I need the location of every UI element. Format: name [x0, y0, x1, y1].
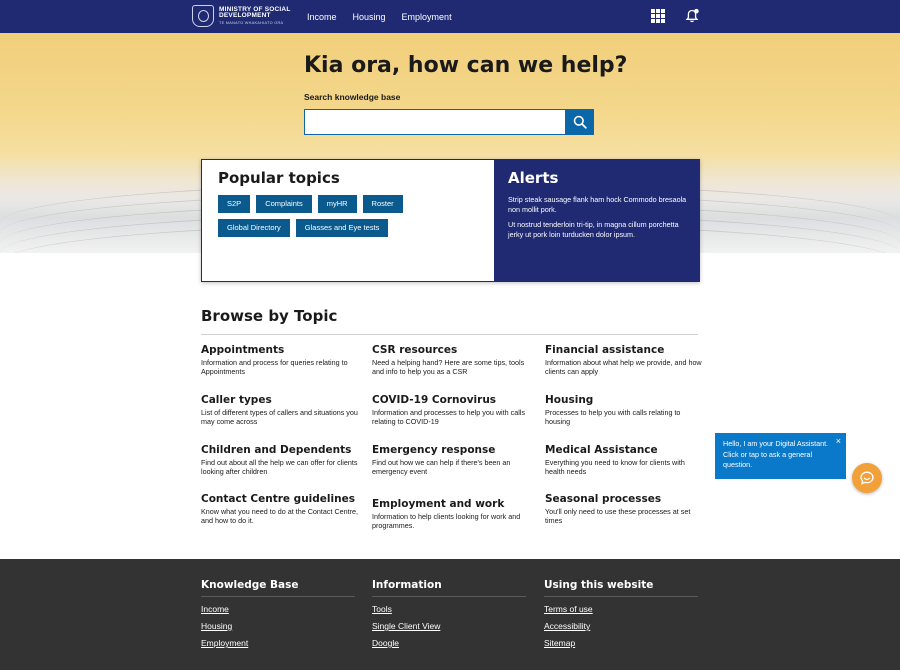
- footer-link-tools[interactable]: Tools: [372, 604, 526, 614]
- topic-title[interactable]: Emergency response: [372, 444, 532, 456]
- nav-link-income[interactable]: Income: [307, 12, 337, 22]
- logo-line-2: DEVELOPMENT: [219, 12, 271, 20]
- nav-link-employment[interactable]: Employment: [402, 12, 452, 22]
- page-title: Kia ora, how can we help?: [304, 53, 628, 78]
- ministry-logo[interactable]: MINISTRY OF SOCIAL DEVELOPMENT TE MANATŪ…: [192, 5, 291, 27]
- chip-row: S2P Complaints myHR Roster: [218, 195, 488, 213]
- topic-description: List of different types of callers and s…: [201, 408, 358, 426]
- topic-title[interactable]: COVID-19 Cornovirus: [372, 394, 532, 406]
- topic-title[interactable]: Medical Assistance: [545, 444, 705, 456]
- topic-description: Information about what help we provide, …: [545, 358, 702, 376]
- topic-title[interactable]: Caller types: [201, 394, 361, 406]
- topic-description: Need a helping hand? Here are some tips,…: [372, 358, 525, 376]
- footer-link-sitemap[interactable]: Sitemap: [544, 638, 698, 648]
- topic-title[interactable]: Employment and work: [372, 498, 532, 510]
- topic-description: Information and processes to help you wi…: [372, 408, 526, 426]
- topic-title[interactable]: Financial assistance: [545, 344, 705, 356]
- search-icon: [573, 115, 587, 129]
- topic-chip-roster[interactable]: Roster: [362, 195, 403, 213]
- topic-emergency-response[interactable]: Emergency response Find out how we can h…: [372, 444, 532, 476]
- topic-medical-assistance[interactable]: Medical Assistance Everything you need t…: [545, 444, 705, 476]
- footer-link-housing[interactable]: Housing: [201, 621, 355, 631]
- footer-column-title: Information: [372, 579, 526, 597]
- footer-column-title: Knowledge Base: [201, 579, 355, 597]
- footer-column-using-this-website: Using this website Terms of use Accessib…: [544, 579, 698, 655]
- coat-of-arms-icon: [192, 5, 214, 27]
- alerts-title: Alerts: [508, 169, 559, 187]
- topic-appointments[interactable]: Appointments Information and process for…: [201, 344, 361, 376]
- apps-grid-icon[interactable]: [651, 9, 665, 23]
- chat-close-icon[interactable]: ×: [836, 436, 841, 447]
- top-navigation-bar: MINISTRY OF SOCIAL DEVELOPMENT TE MANATŪ…: [0, 0, 900, 33]
- popular-topics-list: S2P Complaints myHR Roster Global Direct…: [218, 195, 488, 243]
- topic-description: Processes to help you with calls relatin…: [545, 408, 681, 426]
- topic-title[interactable]: Seasonal processes: [545, 493, 705, 505]
- topic-title[interactable]: Appointments: [201, 344, 361, 356]
- footer-column-information: Information Tools Single Client View Doo…: [372, 579, 526, 655]
- nav-link-housing[interactable]: Housing: [353, 12, 386, 22]
- logo-text: MINISTRY OF SOCIAL DEVELOPMENT TE MANATŪ…: [219, 6, 291, 26]
- digital-assistant-bubble[interactable]: × Hello, I am your Digital Assistant. Cl…: [715, 433, 846, 479]
- main-nav: Income Housing Employment: [307, 0, 452, 33]
- footer-link-single-client-view[interactable]: Single Client View: [372, 621, 526, 631]
- chat-message: Hello, I am your Digital Assistant. Clic…: [723, 439, 829, 469]
- alert-paragraph: Strip steak sausage flank ham hock Commo…: [508, 195, 687, 214]
- footer-link-income[interactable]: Income: [201, 604, 355, 614]
- divider: [201, 334, 698, 335]
- topic-children-dependents[interactable]: Children and Dependents Find out about a…: [201, 444, 361, 476]
- footer-column-knowledge-base: Knowledge Base Income Housing Employment: [201, 579, 355, 655]
- topic-description: Find out about all the help we can offer…: [201, 458, 358, 476]
- topic-caller-types[interactable]: Caller types List of different types of …: [201, 394, 361, 426]
- topic-financial-assistance[interactable]: Financial assistance Information about w…: [545, 344, 705, 376]
- footer-link-terms-of-use[interactable]: Terms of use: [544, 604, 698, 614]
- alerts-card: Alerts Strip steak sausage flank ham hoc…: [495, 159, 700, 282]
- popular-topics-card: Popular topics S2P Complaints myHR Roste…: [201, 159, 495, 282]
- topic-description: Information and process for queries rela…: [201, 358, 348, 376]
- topic-description: Information to help clients looking for …: [372, 512, 521, 530]
- alert-paragraph: Ut nostrud tenderloin tri-tip, in magna …: [508, 220, 679, 239]
- footer-link-doogle[interactable]: Doogle: [372, 638, 526, 648]
- topic-title[interactable]: Children and Dependents: [201, 444, 361, 456]
- featured-cards: Popular topics S2P Complaints myHR Roste…: [201, 159, 700, 282]
- topic-csr-resources[interactable]: CSR resources Need a helping hand? Here …: [372, 344, 532, 376]
- topic-chip-glasses-eye-tests[interactable]: Glasses and Eye tests: [295, 219, 389, 237]
- topic-contact-centre-guidelines[interactable]: Contact Centre guidelines Know what you …: [201, 493, 361, 525]
- topic-chip-complaints[interactable]: Complaints: [256, 195, 312, 213]
- topic-title[interactable]: CSR resources: [372, 344, 532, 356]
- topic-description: You'll only need to use these processes …: [545, 507, 691, 525]
- topic-housing[interactable]: Housing Processes to help you with calls…: [545, 394, 705, 426]
- footer-link-employment[interactable]: Employment: [201, 638, 355, 648]
- browse-by-topic-heading: Browse by Topic: [201, 307, 338, 325]
- search-button[interactable]: [566, 109, 594, 135]
- chip-row: Global Directory Glasses and Eye tests: [218, 219, 488, 237]
- chat-launcher-button[interactable]: [852, 463, 882, 493]
- topic-chip-global-directory[interactable]: Global Directory: [218, 219, 290, 237]
- popular-topics-title: Popular topics: [218, 169, 340, 187]
- topic-seasonal-processes[interactable]: Seasonal processes You'll only need to u…: [545, 493, 705, 525]
- topic-description: Everything you need to know for clients …: [545, 458, 685, 476]
- search-label: Search knowledge base: [304, 92, 401, 102]
- footer-link-accessibility[interactable]: Accessibility: [544, 621, 698, 631]
- chat-icon: [860, 471, 874, 485]
- topic-covid-19[interactable]: COVID-19 Cornovirus Information and proc…: [372, 394, 532, 426]
- search-input[interactable]: [304, 109, 566, 135]
- topic-chip-s2p[interactable]: S2P: [218, 195, 251, 213]
- topic-description: Know what you need to do at the Contact …: [201, 507, 359, 525]
- topic-chip-myhr[interactable]: myHR: [317, 195, 357, 213]
- footer-column-title: Using this website: [544, 579, 698, 597]
- topic-title[interactable]: Contact Centre guidelines: [201, 493, 361, 505]
- logo-line-3: TE MANATŪ WHAKAHIATO ORA: [219, 20, 284, 25]
- topic-description: Find out how we can help if there's been…: [372, 458, 511, 476]
- topic-employment-work[interactable]: Employment and work Information to help …: [372, 498, 532, 530]
- topic-title[interactable]: Housing: [545, 394, 705, 406]
- site-footer: Knowledge Base Income Housing Employment…: [0, 559, 900, 670]
- notification-bell-icon[interactable]: [684, 8, 700, 24]
